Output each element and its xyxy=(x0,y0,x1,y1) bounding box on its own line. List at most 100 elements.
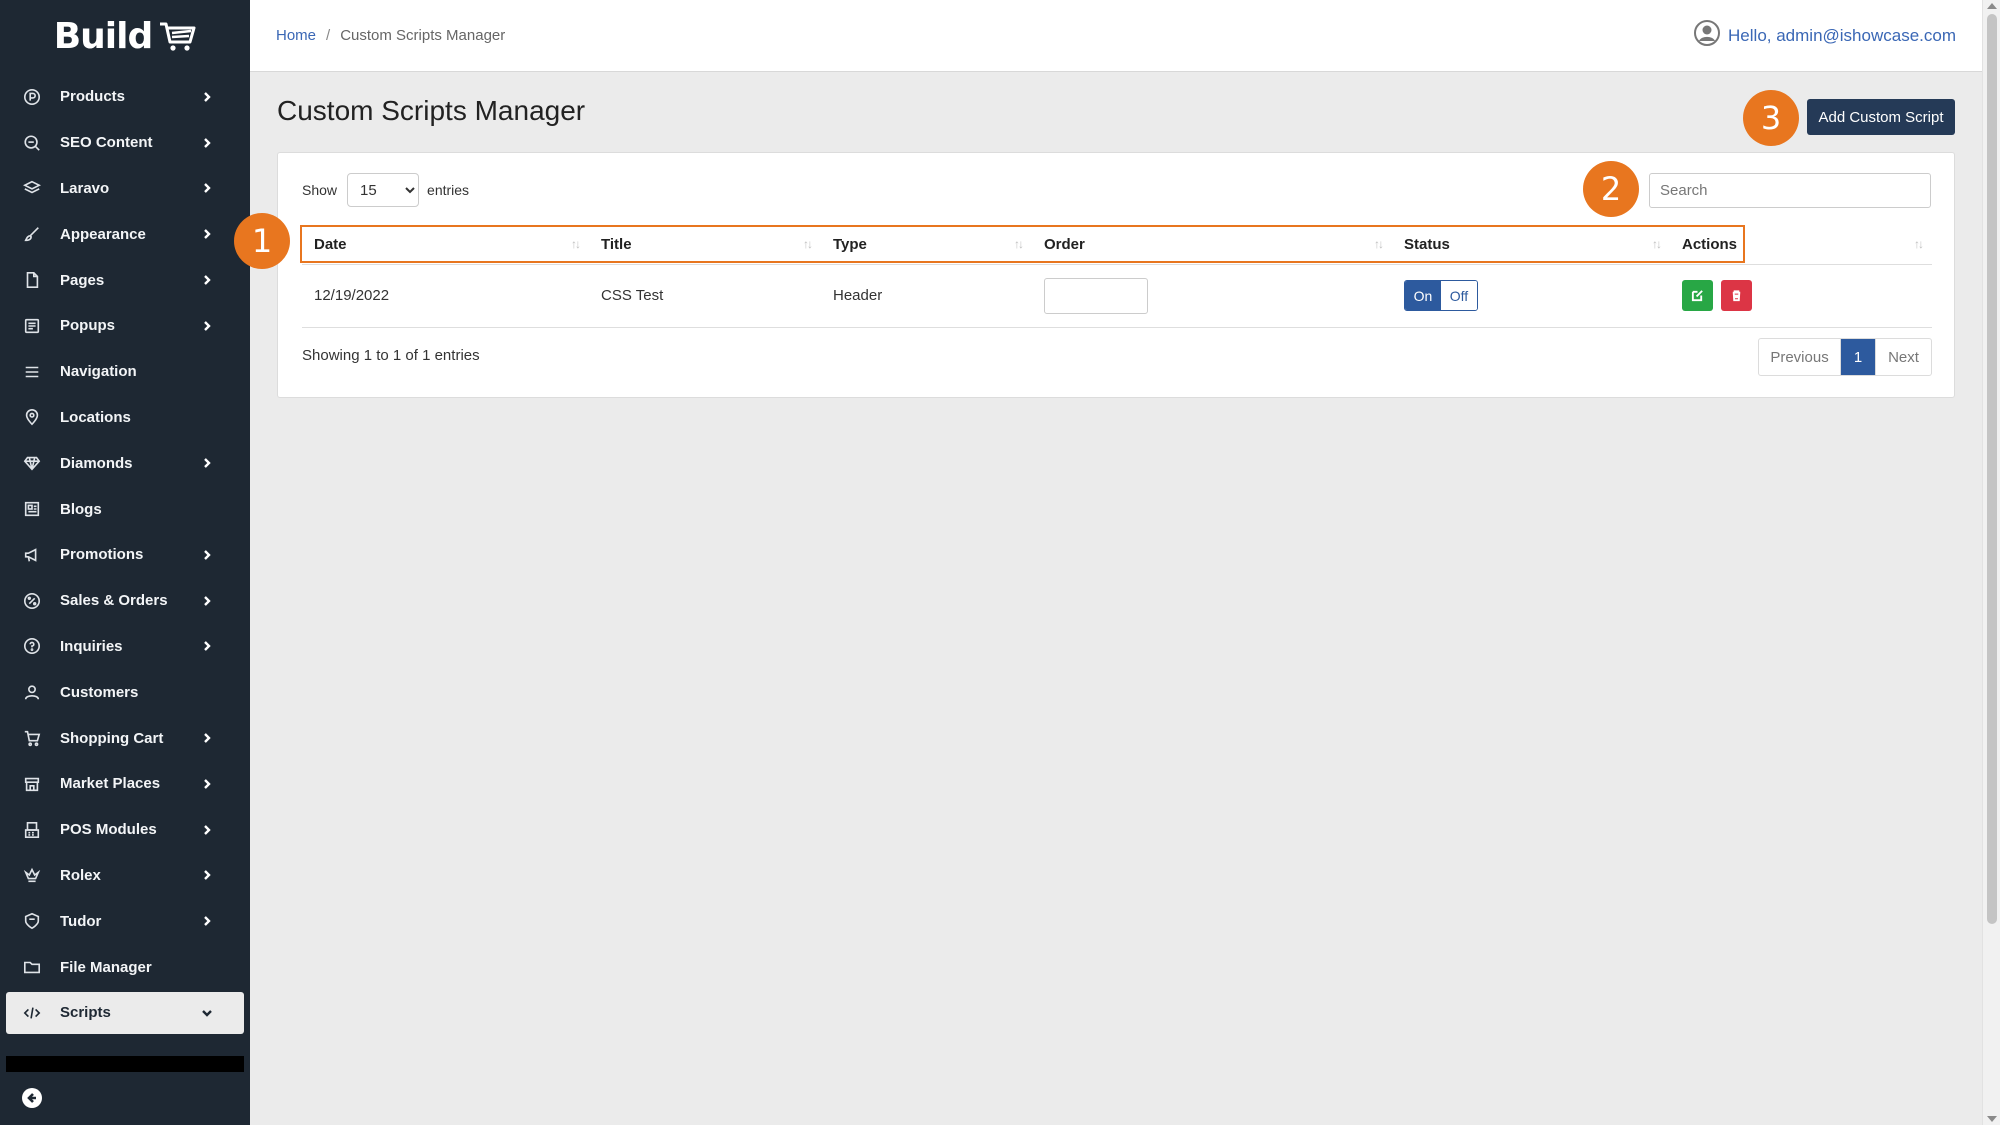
entries-length-control: Show 15 entries xyxy=(302,173,469,207)
sidebar-item-label: Locations xyxy=(60,408,131,426)
sidebar-item-diamonds[interactable]: Diamonds xyxy=(0,440,250,486)
sidebar-item-label: Diamonds xyxy=(60,454,133,472)
sidebar-divider xyxy=(6,1056,244,1072)
sidebar-item-label: Inquiries xyxy=(60,637,123,655)
sidebar-item-label: Promotions xyxy=(60,546,144,564)
sidebar-item-pages[interactable]: Pages xyxy=(0,257,250,303)
user-avatar-icon xyxy=(1694,20,1721,51)
length-show-label: Show xyxy=(302,182,338,198)
code-icon xyxy=(22,1003,42,1023)
sidebar-item-sales-orders[interactable]: Sales & Orders xyxy=(0,578,250,624)
sidebar-item-laravo[interactable]: Laravo xyxy=(0,166,250,212)
status-on-option[interactable]: On xyxy=(1405,281,1441,310)
crown-icon xyxy=(22,865,42,885)
pagination-next[interactable]: Next xyxy=(1875,339,1931,375)
entries-per-page-select[interactable]: 15 xyxy=(347,173,420,207)
sidebar-item-label: Appearance xyxy=(60,225,146,243)
menu-icon xyxy=(22,362,42,382)
layers-icon xyxy=(22,178,42,198)
pagination: Previous 1 Next xyxy=(1758,338,1932,376)
cell-title: CSS Test xyxy=(589,264,821,328)
sidebar: Build Products SEO Content Laravo Appear… xyxy=(0,0,250,1125)
sidebar-item-file-manager[interactable]: File Manager xyxy=(0,944,250,990)
chevron-down-icon xyxy=(200,1006,214,1020)
chevron-right-icon xyxy=(200,548,214,562)
edit-icon xyxy=(1691,290,1703,302)
cell-order xyxy=(1032,264,1392,328)
brush-icon xyxy=(22,224,42,244)
sidebar-item-inquiries[interactable]: Inquiries xyxy=(0,624,250,670)
callout-marker-2: 2 xyxy=(1583,161,1639,217)
sidebar-item-promotions[interactable]: Promotions xyxy=(0,532,250,578)
sidebar-item-label: Products xyxy=(60,88,126,106)
chevron-right-icon xyxy=(200,456,214,470)
table-header-highlight xyxy=(300,225,1745,263)
shield-icon xyxy=(22,911,42,931)
chevron-right-icon xyxy=(200,594,214,608)
status-off-option[interactable]: Off xyxy=(1441,281,1477,310)
sidebar-item-label: POS Modules xyxy=(60,821,157,839)
sidebar-nav: Products SEO Content Laravo Appearance P… xyxy=(0,74,250,1034)
add-custom-script-button[interactable]: Add Custom Script xyxy=(1807,99,1955,135)
sidebar-item-appearance[interactable]: Appearance xyxy=(0,211,250,257)
sidebar-item-scripts[interactable]: Scripts xyxy=(6,991,244,1034)
sidebar-item-products[interactable]: Products xyxy=(0,74,250,120)
sort-icon: ↑↓ xyxy=(1914,237,1924,251)
sidebar-item-label: SEO Content xyxy=(60,134,153,152)
pagination-previous[interactable]: Previous xyxy=(1759,339,1841,375)
sidebar-item-label: Tudor xyxy=(60,912,102,930)
sidebar-item-customers[interactable]: Customers xyxy=(0,669,250,715)
sidebar-item-label: Scripts xyxy=(60,1004,111,1022)
brand-name: Build xyxy=(53,15,154,57)
cart-logo-icon xyxy=(160,22,196,51)
folder-icon xyxy=(22,957,42,977)
sidebar-item-label: Shopping Cart xyxy=(60,729,164,747)
sidebar-item-locations[interactable]: Locations xyxy=(0,395,250,441)
search-input[interactable] xyxy=(1649,173,1931,208)
length-entries-label: entries xyxy=(427,182,470,198)
page-title: Custom Scripts Manager xyxy=(277,95,586,126)
sidebar-item-label: Popups xyxy=(60,317,115,335)
diamond-icon xyxy=(22,453,42,473)
status-toggle[interactable]: On Off xyxy=(1404,280,1478,311)
chevron-right-icon xyxy=(200,914,214,928)
chevron-right-icon xyxy=(200,731,214,745)
pos-icon xyxy=(22,820,42,840)
sidebar-item-label: Rolex xyxy=(60,866,101,884)
sidebar-item-rolex[interactable]: Rolex xyxy=(0,853,250,899)
edit-button[interactable] xyxy=(1682,280,1713,311)
chevron-right-icon xyxy=(200,227,214,241)
collapse-sidebar-button[interactable] xyxy=(22,1088,42,1108)
user-menu[interactable]: Hello, admin@ishowcase.com xyxy=(1694,20,1956,51)
order-input[interactable] xyxy=(1044,277,1148,314)
store-icon xyxy=(22,774,42,794)
sidebar-item-label: Customers xyxy=(60,683,139,701)
sidebar-item-tudor[interactable]: Tudor xyxy=(0,898,250,944)
top-bar: Home / Custom Scripts Manager Hello, adm… xyxy=(250,0,1982,72)
scrollbar-thumb[interactable] xyxy=(1987,14,1997,924)
sidebar-item-label: Navigation xyxy=(60,363,137,381)
sidebar-item-label: Sales & Orders xyxy=(60,592,168,610)
sidebar-item-market-places[interactable]: Market Places xyxy=(0,761,250,807)
breadcrumb-separator: / xyxy=(326,27,331,44)
sidebar-item-shopping-cart[interactable]: Shopping Cart xyxy=(0,715,250,761)
chevron-right-icon xyxy=(200,273,214,287)
breadcrumb-home-link[interactable]: Home xyxy=(276,27,316,44)
brand-logo[interactable]: Build xyxy=(0,0,250,72)
sidebar-item-blogs[interactable]: Blogs xyxy=(0,486,250,532)
scroll-down-icon[interactable] xyxy=(1987,1116,1997,1122)
sidebar-item-pos-modules[interactable]: POS Modules xyxy=(0,807,250,853)
cart-icon xyxy=(22,728,42,748)
chevron-right-icon xyxy=(200,90,214,104)
page-scrollbar[interactable] xyxy=(1982,0,2000,1125)
cell-status: On Off xyxy=(1392,264,1670,328)
sidebar-item-navigation[interactable]: Navigation xyxy=(0,349,250,395)
sidebar-item-popups[interactable]: Popups xyxy=(0,303,250,349)
scroll-up-icon[interactable] xyxy=(1987,3,1997,9)
pagination-page-current[interactable]: 1 xyxy=(1841,339,1875,375)
delete-button[interactable] xyxy=(1721,280,1753,311)
sidebar-item-label: Pages xyxy=(60,271,105,289)
chevron-right-icon xyxy=(200,777,214,791)
sidebar-item-seo-content[interactable]: SEO Content xyxy=(0,120,250,166)
callout-marker-1: 1 xyxy=(234,213,290,269)
